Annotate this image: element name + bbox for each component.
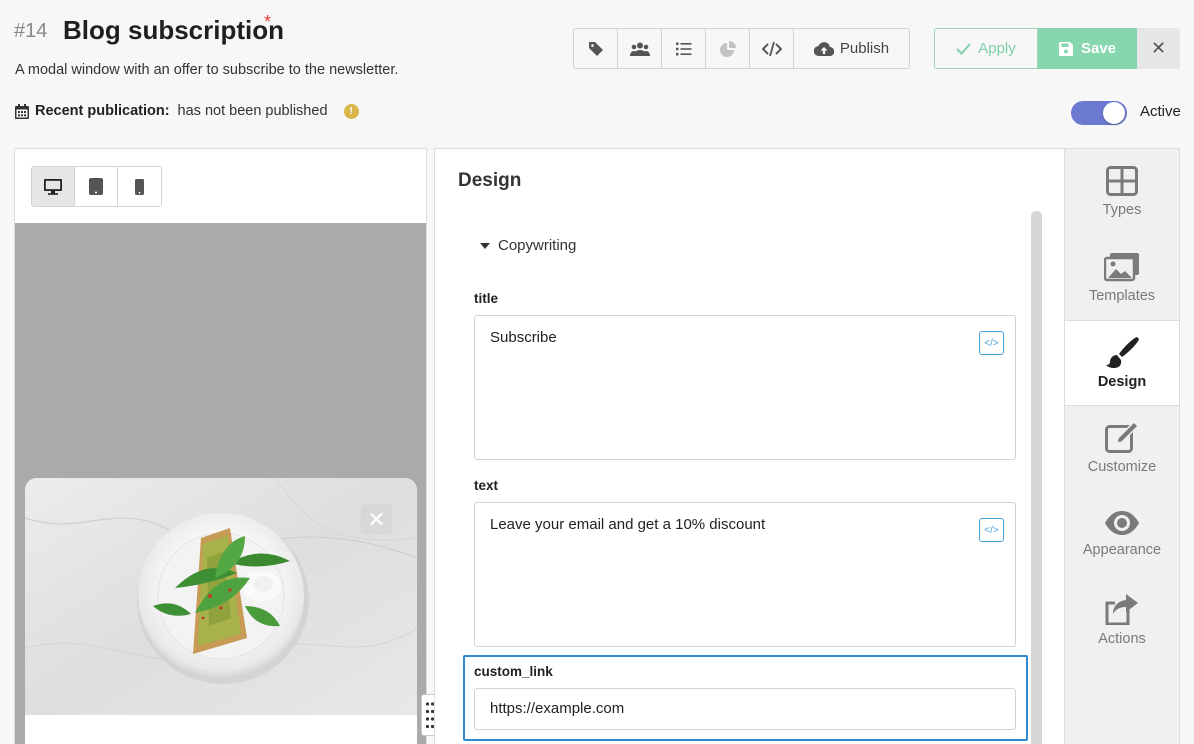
sidebar-item-label: Design [1097,374,1147,390]
sidebar-item-customize[interactable]: Customize [1065,405,1179,491]
sidebar-item-label: Appearance [1082,542,1162,558]
code-insert-icon[interactable]: </> [979,518,1004,542]
tag-icon [588,41,603,56]
eye-icon [1105,511,1139,535]
title-textarea[interactable]: Subscribe </> [474,315,1016,460]
chart-pie-icon [719,40,736,57]
segments-button[interactable] [618,29,662,68]
check-icon [956,42,971,55]
publication-value: has not been published [177,103,328,119]
edit-icon [1105,421,1139,453]
unsaved-indicator: * [264,12,272,32]
apply-button[interactable]: Apply [934,28,1038,69]
sidebar-item-label: Customize [1087,459,1157,475]
editor-sidebar: Types Templates Design Customize Appeara… [1064,148,1180,744]
grid-icon [1106,166,1138,196]
custom-link-input[interactable]: https://example.com [474,688,1016,730]
publish-button[interactable]: Publish [794,29,909,68]
mobile-view-button[interactable] [118,167,161,206]
preview-stage: ✕ [15,223,426,744]
text-textarea[interactable]: Leave your email and get a 10% discount … [474,502,1016,647]
warning-icon[interactable]: ! [343,103,359,119]
modal-close-button[interactable]: ✕ [360,504,393,535]
toggle-knob [1103,102,1125,124]
publication-status: Recent publication: has not been publish… [15,103,359,119]
popup-modal: ✕ [25,478,417,744]
sidebar-item-design[interactable]: Design [1065,320,1179,406]
publish-label: Publish [839,40,890,57]
sidebar-item-appearance[interactable]: Appearance [1065,491,1179,577]
apply-label: Apply [978,40,1016,57]
section-label: Copywriting [498,237,577,254]
design-panel: Design Copywriting title Subscribe </> t… [434,148,1065,744]
tablet-view-button[interactable] [75,167,118,206]
desktop-icon [44,178,62,195]
code-button[interactable] [750,29,794,68]
active-label: Active [1140,103,1181,120]
save-button[interactable]: Save [1038,28,1137,69]
copywriting-section-toggle[interactable]: Copywriting [480,237,576,254]
brush-icon [1106,337,1139,368]
images-icon [1104,253,1139,282]
list-icon [675,42,691,55]
sidebar-item-actions[interactable]: Actions [1065,577,1179,663]
text-field-value: Leave your email and get a 10% discount [490,516,766,533]
toolbar: Publish [573,28,910,69]
cloud-upload-icon [813,41,834,56]
title-field-value: Subscribe [490,329,557,346]
tablet-icon [89,178,103,195]
device-switcher [31,166,162,207]
statistics-button[interactable] [706,29,750,68]
list-button[interactable] [662,29,706,68]
sidebar-item-types[interactable]: Types [1065,149,1179,235]
sidebar-item-label: Types [1102,202,1142,218]
tags-button[interactable] [574,29,618,68]
panel-title: Design [458,170,522,191]
code-insert-icon[interactable]: </> [979,331,1004,355]
mobile-icon [135,178,144,195]
share-icon [1105,594,1138,625]
page-description: A modal window with an offer to subscrib… [15,62,399,78]
caret-down-icon [480,242,490,249]
page-title: Blog subscription [63,15,284,45]
preview-pane: ✕ [14,148,427,744]
panel-scrollbar[interactable] [1031,211,1042,744]
active-toggle[interactable] [1071,101,1127,125]
users-icon [629,42,650,56]
desktop-view-button[interactable] [32,167,75,206]
code-icon [761,41,782,56]
sidebar-item-templates[interactable]: Templates [1065,235,1179,321]
text-field-label: text [474,478,499,493]
food-plate-image [25,478,417,715]
custom-link-label: custom_link [474,664,553,679]
calendar-icon [15,103,29,119]
campaign-id: #14 [14,20,48,42]
close-button[interactable]: ✕ [1137,28,1180,69]
sidebar-item-label: Actions [1098,631,1146,647]
sidebar-item-label: Templates [1088,288,1156,304]
publication-label: Recent publication: [35,103,170,119]
save-label: Save [1080,40,1117,57]
floppy-disk-icon [1058,41,1073,56]
title-field-label: title [474,291,499,306]
